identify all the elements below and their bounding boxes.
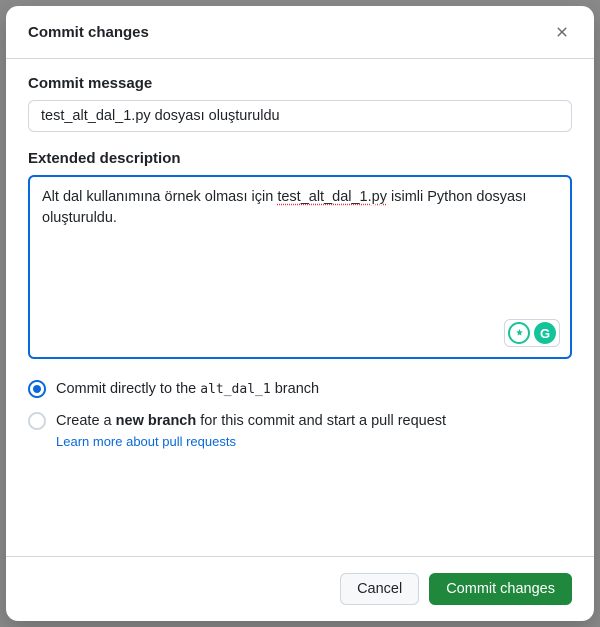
grammarly-widget[interactable]: G [504, 319, 560, 347]
newbranch-prefix: Create a [56, 413, 116, 429]
bulb-icon [508, 322, 530, 344]
extended-description-input[interactable]: Alt dal kullanımına örnek olması için te… [28, 175, 572, 359]
dialog-title: Commit changes [28, 24, 149, 41]
cancel-button[interactable]: Cancel [340, 573, 419, 605]
commit-changes-button[interactable]: Commit changes [429, 573, 572, 605]
grammarly-icon: G [534, 322, 556, 344]
extended-description-label: Extended description [28, 150, 572, 167]
commit-message-label: Commit message [28, 75, 572, 92]
newbranch-suffix: for this commit and start a pull request [196, 413, 446, 429]
radio-label-new-branch: Create a new branch for this commit and … [56, 411, 446, 431]
extended-description-wrap: Alt dal kullanımına örnek olması için te… [28, 175, 572, 359]
radio-input-new-branch[interactable] [28, 412, 46, 430]
radio-input-direct[interactable] [28, 380, 46, 398]
direct-prefix: Commit directly to the [56, 381, 200, 397]
close-button[interactable] [550, 20, 574, 44]
dialog-header: Commit changes [6, 6, 594, 59]
newbranch-bold: new branch [116, 413, 197, 429]
direct-suffix: branch [271, 381, 319, 397]
grammarly-g: G [540, 326, 550, 341]
close-icon [554, 24, 570, 40]
commit-changes-dialog: Commit changes Commit message Extended d… [6, 6, 594, 621]
radio-label-direct: Commit directly to the alt_dal_1 branch [56, 379, 319, 399]
learn-more-link[interactable]: Learn more about pull requests [56, 434, 572, 449]
commit-target-radio-group: Commit directly to the alt_dal_1 branch … [28, 379, 572, 449]
radio-commit-direct[interactable]: Commit directly to the alt_dal_1 branch [28, 379, 572, 399]
desc-spellcheck: test_alt_dal_1.py [277, 189, 387, 205]
branch-name: alt_dal_1 [200, 382, 270, 397]
dialog-footer: Cancel Commit changes [6, 556, 594, 621]
dialog-body: Commit message Extended description Alt … [6, 59, 594, 556]
radio-new-branch[interactable]: Create a new branch for this commit and … [28, 411, 572, 431]
commit-message-input[interactable] [28, 100, 572, 132]
desc-prefix: Alt dal kullanımına örnek olması için [42, 189, 277, 205]
